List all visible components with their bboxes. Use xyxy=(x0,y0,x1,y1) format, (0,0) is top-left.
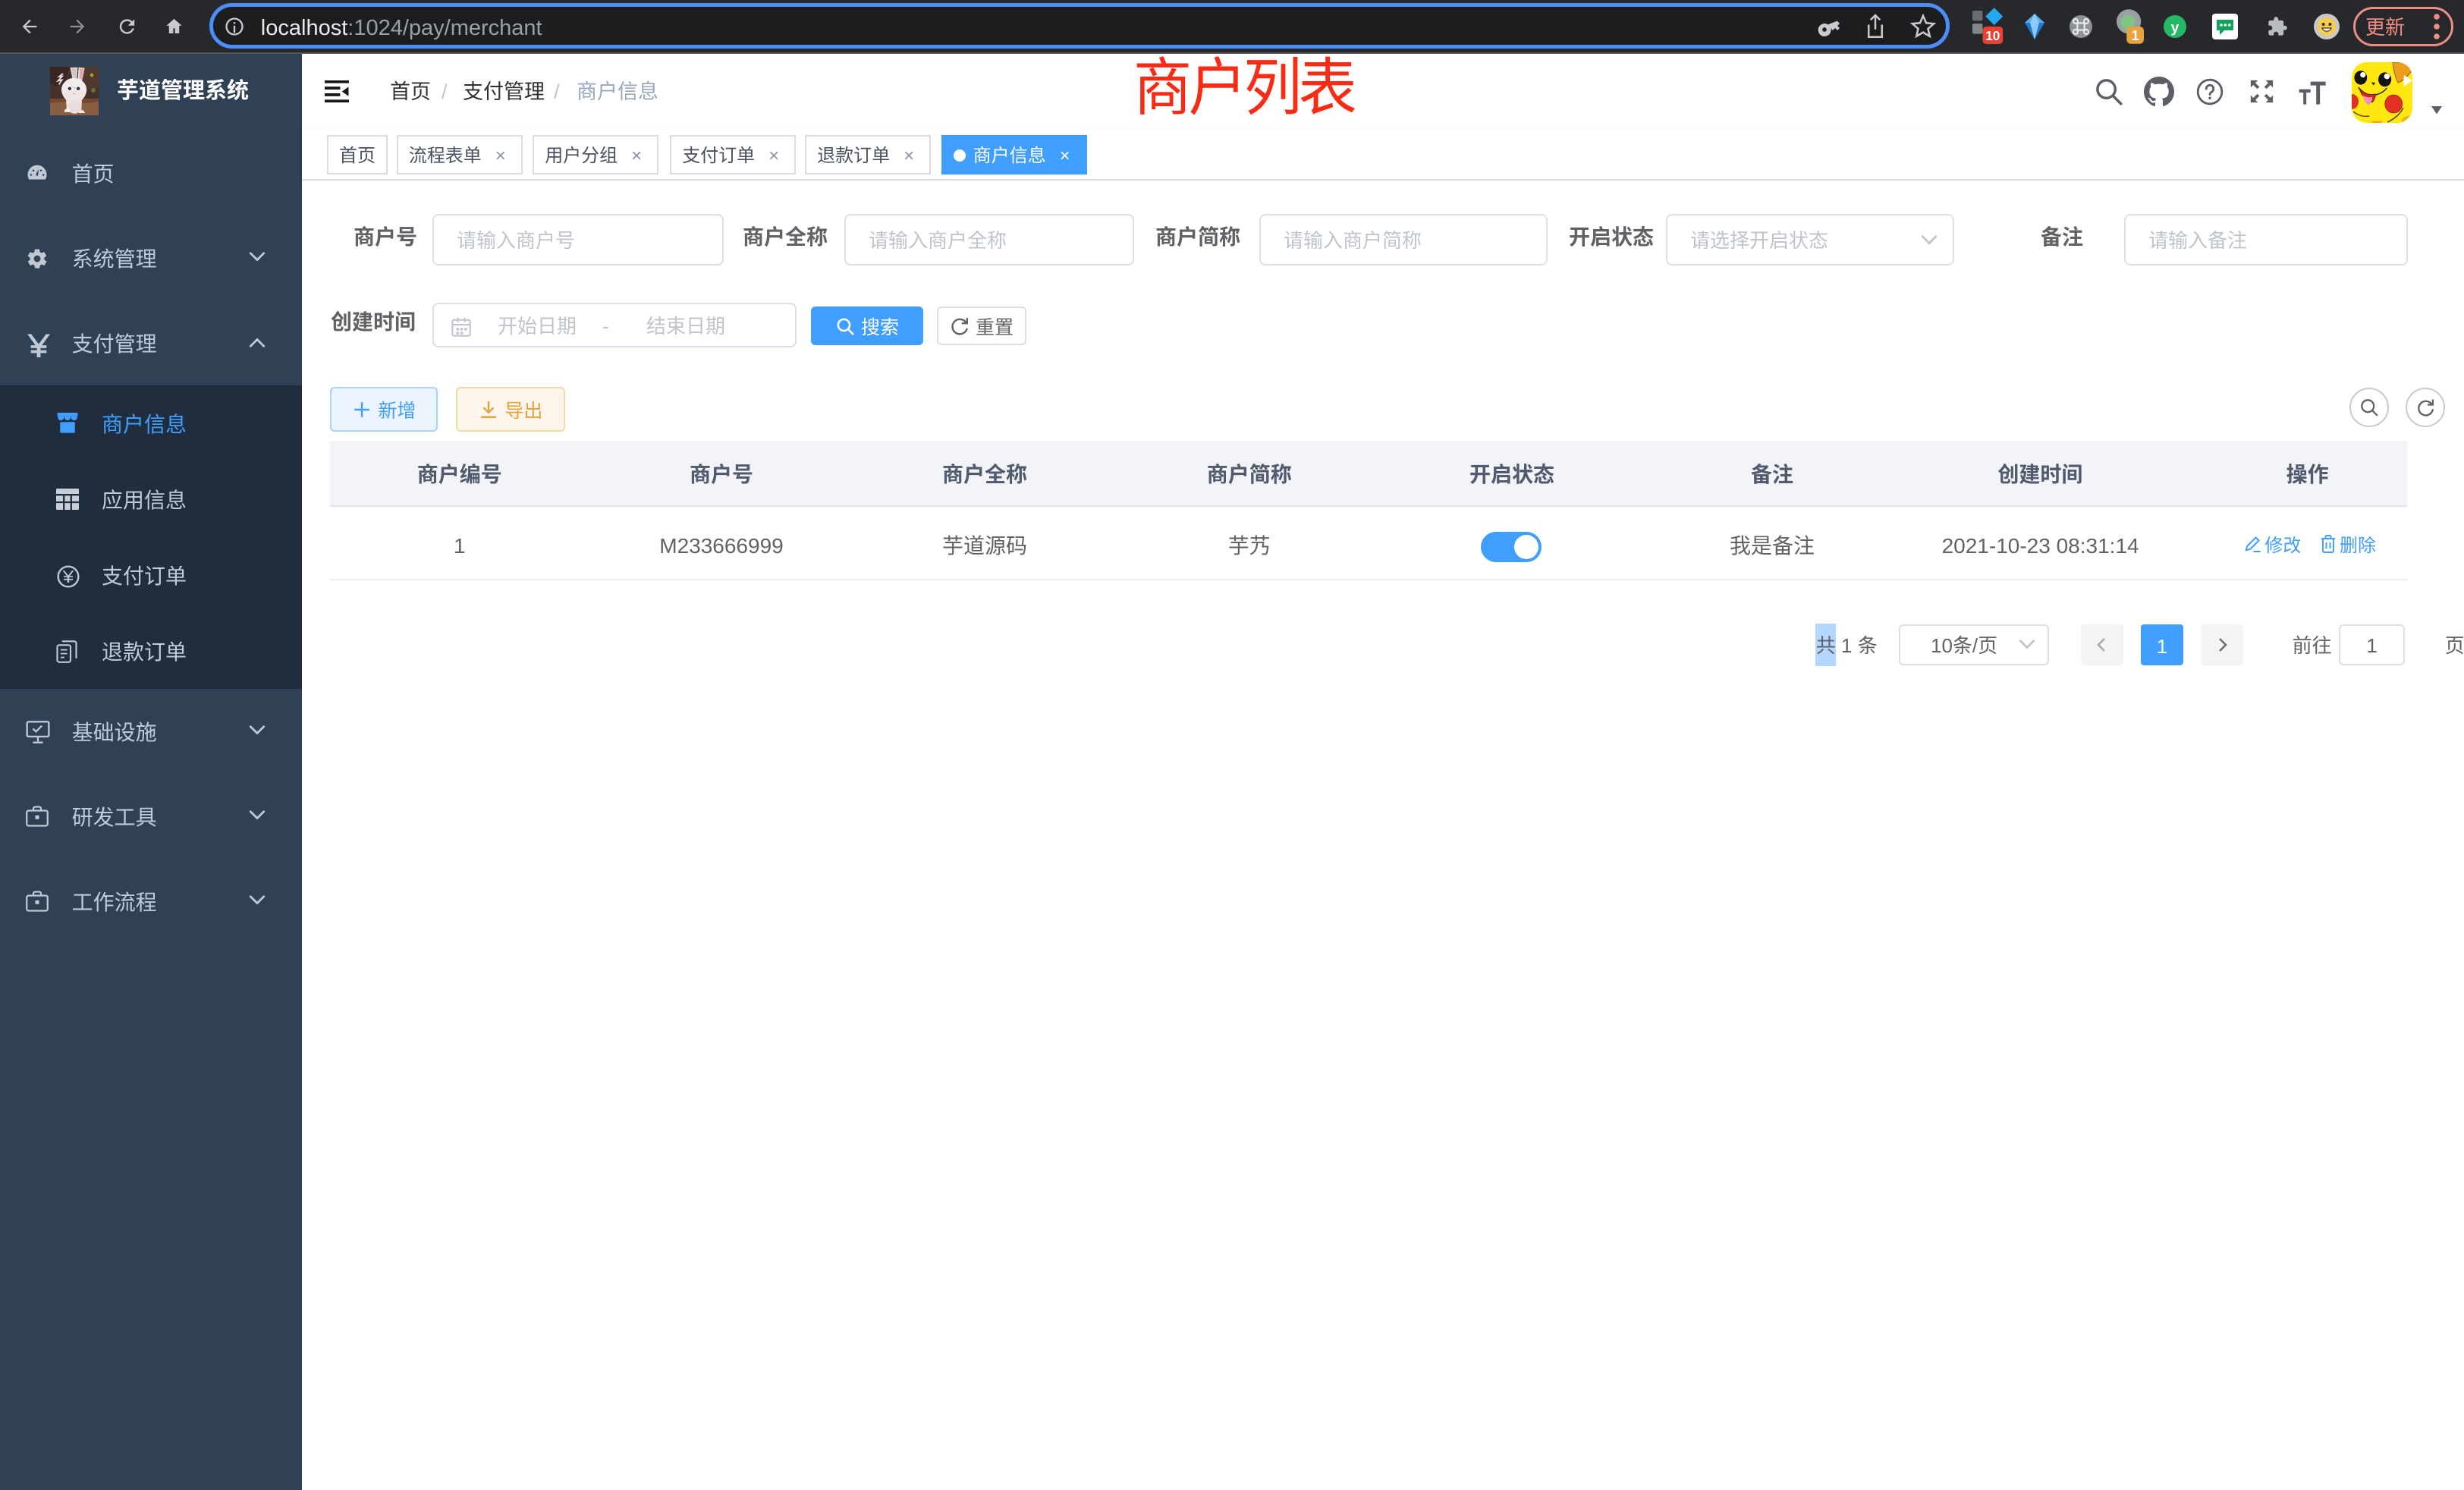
svg-text:10: 10 xyxy=(1985,28,2000,43)
svg-text:1: 1 xyxy=(2132,28,2139,43)
svg-text:y: y xyxy=(2171,20,2180,36)
